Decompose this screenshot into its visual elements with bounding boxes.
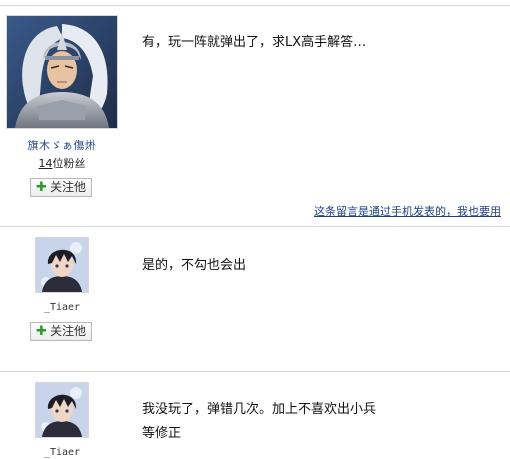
follow-button[interactable]: ✚ 关注他 — [30, 178, 92, 197]
plus-icon: ✚ — [36, 180, 47, 195]
username[interactable]: _Tiaer — [7, 302, 117, 313]
follow-label: 关注他 — [49, 324, 86, 338]
fans-count: 14位粉丝 — [7, 155, 117, 171]
comment-text: 有，玩一阵就弹出了，求LX高手解答… — [142, 35, 367, 50]
user-avatar[interactable] — [35, 382, 89, 438]
plus-icon: ✚ — [36, 324, 47, 339]
user-avatar[interactable] — [6, 15, 118, 129]
divider — [0, 226, 510, 227]
follow-label: 关注他 — [49, 180, 86, 194]
mobile-post-link[interactable]: 这条留言是通过手机发表的，我也要用 — [314, 203, 501, 219]
comment-text: 是的，不勾也会出 — [142, 258, 247, 273]
anime-boy-avatar-icon — [36, 238, 88, 292]
divider — [0, 5, 510, 6]
comment-text-line-2: 等修正 — [142, 426, 182, 441]
divider — [0, 371, 510, 372]
anime-boy-avatar-icon — [36, 383, 88, 437]
follow-button[interactable]: ✚ 关注他 — [30, 322, 92, 341]
warrior-avatar-icon — [7, 16, 117, 128]
username[interactable]: _Tiaer — [7, 447, 117, 458]
fans-label: 位粉丝 — [52, 157, 86, 170]
user-avatar[interactable] — [35, 237, 89, 293]
comment-text-line-1: 我没玩了，弹错几次。加上不喜欢出小兵 — [142, 402, 377, 417]
username[interactable]: 旗木ゞぁ傷烞 — [7, 137, 117, 153]
fans-number[interactable]: 14 — [39, 157, 53, 170]
